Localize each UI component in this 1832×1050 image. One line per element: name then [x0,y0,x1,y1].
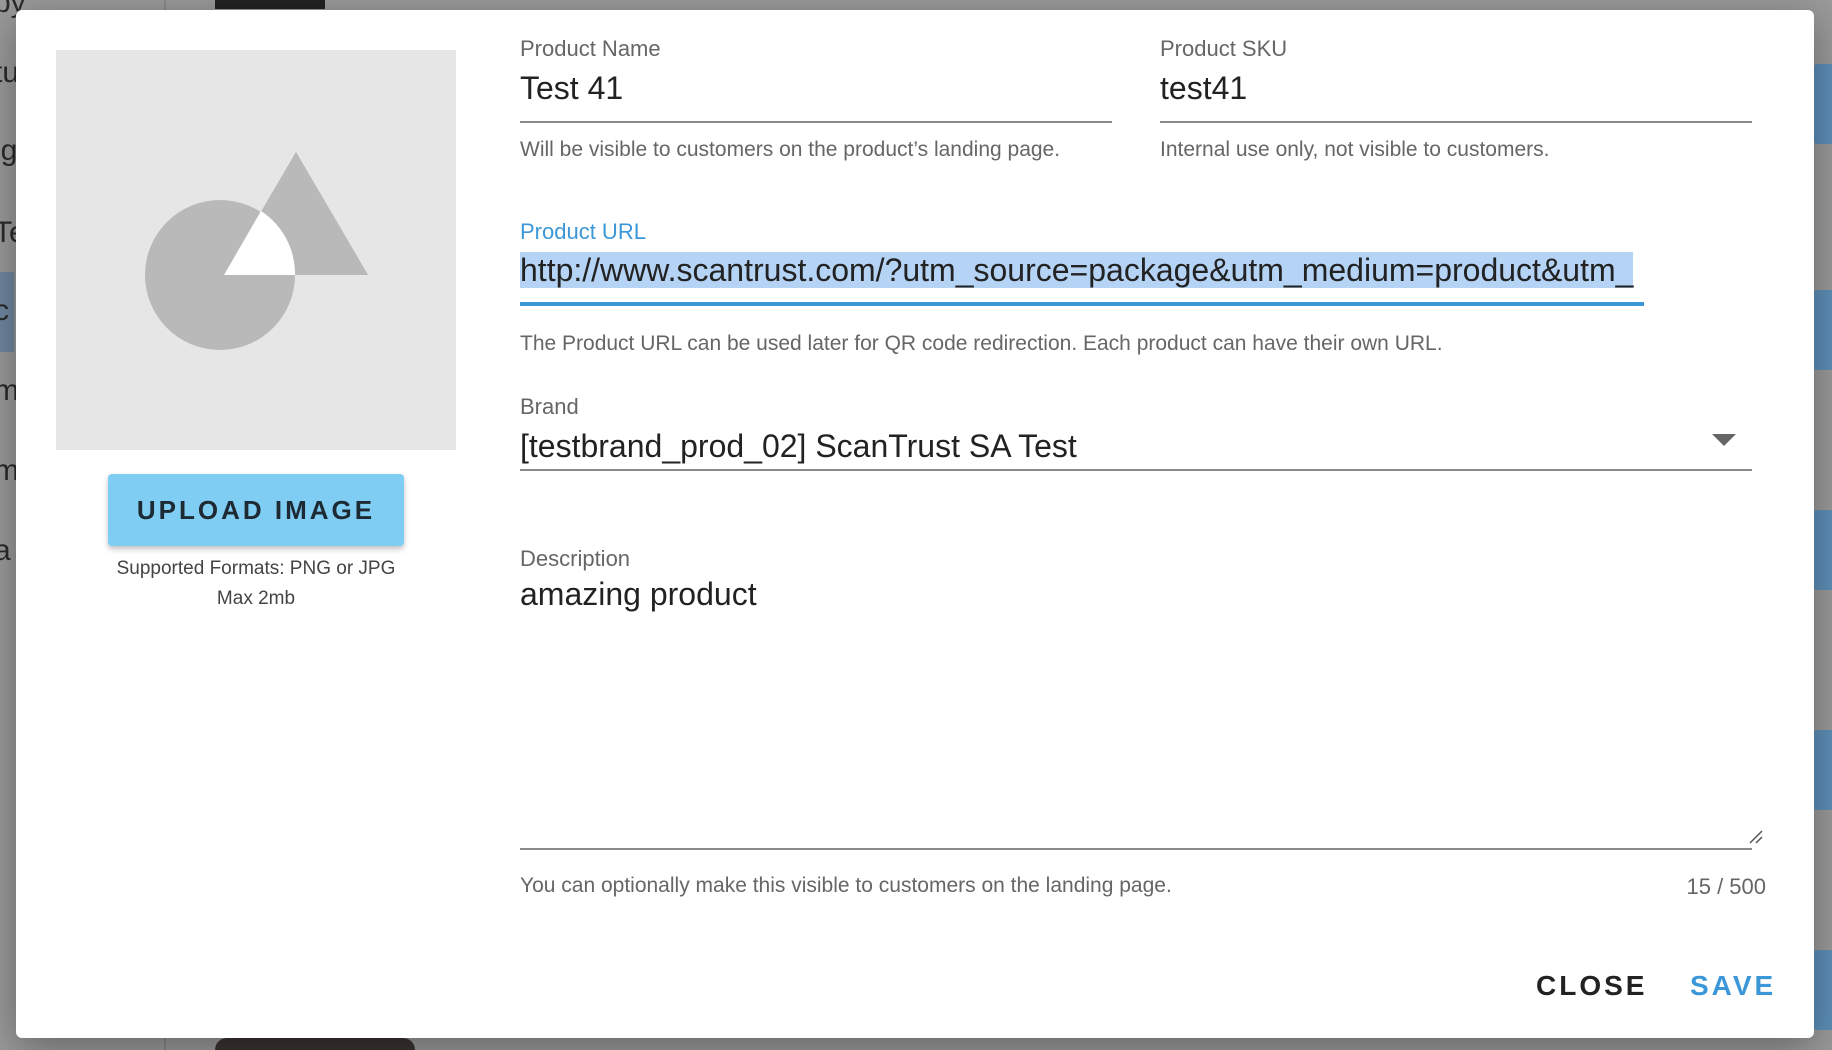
close-button[interactable]: CLOSE [1536,962,1644,1010]
background-text: c [0,294,9,327]
background-side-tab [1812,64,1832,144]
product-sku-label: Product SKU [1160,36,1288,61]
background-side-tab [1812,290,1832,370]
max-size-note: Max 2mb [216,588,296,609]
character-counter: 15 / 500 [1686,874,1766,899]
description-underline [520,848,1752,850]
product-sku-underline [1160,121,1752,123]
save-button[interactable]: SAVE [1690,962,1773,1010]
chevron-down-icon[interactable] [1712,434,1736,446]
description-textarea[interactable]: amazing product [520,576,757,613]
product-sku-helper: Internal use only, not visible to custom… [1160,138,1550,161]
brand-select[interactable]: [testbrand_prod_02] ScanTrust SA Test [520,428,1700,465]
product-name-underline [520,121,1112,123]
product-url-selected-text: http://www.scantrust.com/?utm_source=pac… [520,252,1634,288]
image-placeholder-icon [145,152,368,350]
description-label: Description [520,546,631,571]
background-text: ig [0,134,18,167]
product-name-label: Product Name [520,36,661,61]
product-name-input[interactable] [520,70,1108,107]
product-url-input[interactable]: http://www.scantrust.com/?utm_source=pac… [520,252,1644,294]
resize-handle-icon[interactable] [1749,830,1763,844]
description-helper: You can optionally make this visible to … [520,874,1172,897]
background-image-fragment [215,1038,415,1050]
upload-image-button[interactable]: UPLOAD IMAGE [108,474,404,546]
product-sku-input[interactable] [1160,70,1750,107]
product-url-underline [520,302,1644,306]
background-side-tab [1812,950,1832,1030]
supported-formats-note: Supported Formats: PNG or JPG [116,558,396,579]
product-url-helper: The Product URL can be used later for QR… [520,332,1443,355]
background-side-tab [1812,510,1832,590]
product-edit-dialog: UPLOAD IMAGE Supported Formats: PNG or J… [16,10,1814,1038]
background-side-tab [1812,730,1832,810]
background-text: a [0,534,11,567]
brand-label: Brand [520,394,579,419]
background-image-fragment [215,0,325,9]
brand-underline [520,469,1752,471]
product-image-placeholder [56,50,456,450]
product-url-label: Product URL [520,219,646,244]
product-name-helper: Will be visible to customers on the prod… [520,138,1061,161]
